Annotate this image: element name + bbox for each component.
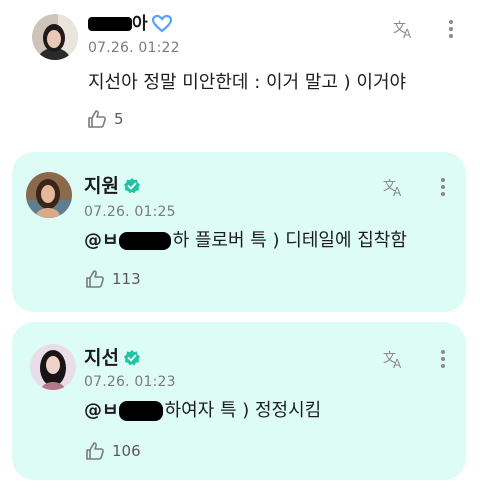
avatar-image [32, 14, 78, 60]
heart-badge-icon [151, 15, 172, 33]
avatar[interactable] [30, 344, 76, 390]
like-count: 5 [114, 110, 124, 128]
like-icon [86, 270, 104, 288]
verified-check-icon [123, 178, 140, 194]
author-name-text: 지선 [84, 347, 119, 369]
redacted-mention [118, 232, 171, 250]
like-count: 106 [112, 442, 141, 460]
author-name[interactable]: 지원 [84, 174, 141, 198]
like-button[interactable]: 5 [86, 108, 124, 130]
redacted-name [88, 17, 132, 31]
translate-icon[interactable]: 文 A [382, 176, 406, 199]
like-count: 113 [112, 270, 141, 288]
like-icon [88, 110, 106, 128]
comment-text: @ㅂ 하여자 특 ) 정정시킴 [84, 400, 321, 422]
more-options-icon[interactable] [438, 176, 448, 198]
redacted-mention [118, 401, 163, 421]
author-name[interactable]: 지선 [84, 346, 141, 370]
like-icon [86, 442, 104, 460]
timestamp: 07.26. 01:22 [88, 40, 180, 56]
timestamp: 07.26. 01:25 [84, 204, 176, 220]
comment-1: 아 07.26. 01:22 文 A 지선아 정말 미안한데 : 이거 말고 )… [0, 0, 480, 150]
translate-icon[interactable]: 文 A [392, 18, 416, 41]
svg-text:A: A [393, 185, 402, 198]
avatar[interactable] [26, 172, 72, 218]
avatar-image [26, 172, 72, 218]
reply-card: 지선 07.26. 01:23 文 A @ㅂ 하여자 특 ) 정정시킴 106 [12, 322, 466, 480]
comment-text: @ㅂ 하 플로버 특 ) 디테일에 집착함 [84, 230, 407, 252]
like-button[interactable]: 113 [84, 268, 141, 290]
translate-icon[interactable]: 文 A [382, 348, 406, 371]
timestamp: 07.26. 01:23 [84, 374, 176, 390]
reply-card: 지원 07.26. 01:25 文 A @ㅂ 하 플로버 특 ) 디테일에 집착함… [12, 152, 466, 312]
comment-text-body: 하 플로버 특 ) 디테일에 집착함 [172, 230, 407, 251]
comment-text: 지선아 정말 미안한데 : 이거 말고 ) 이거야 [88, 72, 407, 93]
author-name[interactable]: 아 [88, 12, 172, 36]
more-options-icon[interactable] [446, 18, 456, 40]
author-name-suffix: 아 [132, 14, 148, 34]
verified-check-icon [123, 350, 140, 366]
more-options-icon[interactable] [438, 348, 448, 370]
mention[interactable]: @ㅂ [84, 230, 119, 251]
mention[interactable]: @ㅂ [84, 400, 119, 421]
avatar[interactable] [32, 14, 78, 60]
svg-text:A: A [403, 27, 412, 40]
like-button[interactable]: 106 [84, 440, 141, 462]
comment-text-body: 하여자 특 ) 정정시킴 [164, 400, 322, 421]
svg-text:A: A [393, 357, 402, 370]
avatar-image [30, 344, 76, 390]
author-name-text: 지원 [84, 175, 119, 197]
